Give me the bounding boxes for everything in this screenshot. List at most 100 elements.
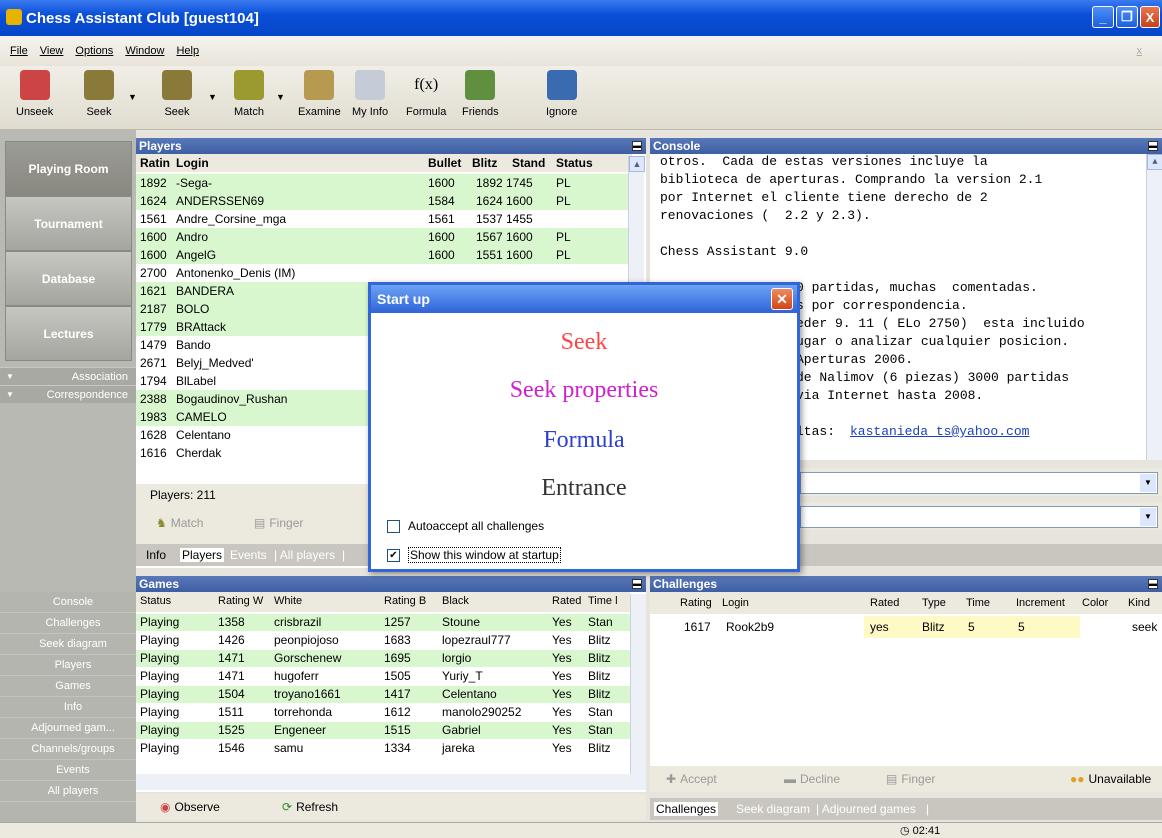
col-stand[interactable]: Stand — [512, 156, 545, 170]
seek-options-dropdown-icon[interactable]: ▼ — [208, 92, 217, 102]
bnav-adjourned[interactable]: Adjourned gam... — [0, 718, 136, 739]
nav-association[interactable]: ▼ Association — [0, 367, 136, 385]
tab-seek-diagram[interactable]: Seek diagram — [736, 802, 810, 816]
seek-options-button[interactable]: Seek — [162, 70, 192, 118]
player-row[interactable]: 1561 Andre_Corsine_mga 1561 1537 1455 — [136, 210, 632, 228]
close-button[interactable]: X — [1140, 6, 1160, 28]
friends-button[interactable]: Friends — [462, 70, 499, 118]
col-rating[interactable]: Ratin — [140, 156, 170, 170]
menu-view[interactable]: View — [40, 45, 64, 57]
game-row[interactable]: Playing 1525 Engeneer 1515 Gabriel Yes Stan — [136, 722, 630, 739]
my-info-button[interactable]: My Info — [352, 70, 388, 118]
seek-button[interactable]: Seek — [84, 70, 114, 118]
autoaccept-checkbox[interactable]: Autoaccept all challenges — [387, 519, 544, 533]
col-white[interactable]: White — [274, 595, 302, 607]
nav-tournament[interactable]: Tournament — [5, 196, 132, 251]
col-rating[interactable]: Rating — [680, 597, 712, 609]
dialog-seek-link[interactable]: Seek — [371, 329, 797, 356]
player-row[interactable]: 1600 Andro 1600 1567 1600 PL — [136, 228, 632, 246]
col-increment[interactable]: Increment — [1016, 597, 1065, 609]
bnav-players[interactable]: Players — [0, 655, 136, 676]
finger-footer-button[interactable]: ▤ Finger — [254, 516, 303, 530]
unavailable-button[interactable]: ●● Unavailable — [1070, 772, 1151, 786]
minimize-panel-icon[interactable]: ▬ — [632, 141, 642, 151]
match-footer-button[interactable]: ♞ Match — [156, 516, 203, 530]
nav-database[interactable]: Database — [5, 251, 132, 306]
ignore-button[interactable]: Ignore — [546, 70, 577, 118]
tab-info[interactable]: Info — [146, 548, 166, 562]
col-login[interactable]: Login — [722, 597, 749, 609]
scroll-up-icon[interactable]: ▲ — [629, 156, 645, 172]
nav-lectures[interactable]: Lectures — [5, 306, 132, 361]
show-startup-checkbox-box[interactable]: ✔ — [387, 548, 400, 562]
bnav-info[interactable]: Info — [0, 697, 136, 718]
bnav-all-players[interactable]: All players — [0, 781, 136, 802]
observe-button[interactable]: ◉ Observe — [160, 800, 220, 814]
menu-help[interactable]: Help — [176, 45, 199, 57]
game-row[interactable]: Playing 1511 torrehonda 1612 manolo290252 Yes… — [136, 704, 630, 721]
game-row[interactable]: Playing 1504 troyano1661 1417 Celentano Yes Bl… — [136, 686, 630, 703]
game-row[interactable]: Playing 1358 crisbrazil 1257 Stoune Yes Stan — [136, 614, 630, 631]
mdi-close-icon[interactable]: x — [1137, 45, 1143, 57]
col-status[interactable]: Status — [140, 595, 171, 607]
tab-all-players[interactable]: | All players — [274, 548, 335, 562]
challenge-row[interactable]: 1617 Rook2b9 yes Blitz 5 5 seek — [650, 616, 1162, 638]
dropdown-arrow-icon[interactable]: ▼ — [1140, 508, 1156, 526]
player-row[interactable]: 1624 ANDERSSEN69 1584 1624 1600 PL — [136, 192, 632, 210]
tab-adjourned-games[interactable]: | Adjourned games — [816, 802, 916, 816]
autoaccept-checkbox-box[interactable] — [387, 519, 400, 533]
col-rating-b[interactable]: Rating B — [384, 595, 426, 607]
nav-correspondence[interactable]: ▼ Correspondence — [0, 385, 136, 403]
col-time[interactable]: Time — [966, 597, 990, 609]
col-black[interactable]: Black — [442, 595, 469, 607]
minimize-button[interactable]: _ — [1092, 6, 1114, 28]
formula-button[interactable]: f(x) Formula — [406, 70, 446, 118]
col-time[interactable]: Time l — [588, 595, 618, 607]
game-row[interactable]: Playing 1471 hugoferr 1505 Yuriy_T Yes Blitz — [136, 668, 630, 685]
bnav-games[interactable]: Games — [0, 676, 136, 697]
bnav-console[interactable]: Console — [0, 592, 136, 613]
console-scrollbar[interactable]: ▲ — [1146, 154, 1162, 460]
match-button[interactable]: Match — [234, 70, 264, 118]
col-color[interactable]: Color — [1082, 597, 1108, 609]
dialog-close-button[interactable]: ✕ — [771, 288, 793, 310]
player-row[interactable]: 2700 Antonenko_Denis (IM) — [136, 264, 632, 282]
col-bullet[interactable]: Bullet — [428, 156, 461, 170]
tab-players[interactable]: Players — [180, 548, 225, 562]
refresh-button[interactable]: ⟳ Refresh — [282, 800, 338, 814]
scroll-up-icon[interactable]: ▲ — [1147, 154, 1162, 170]
finger-button[interactable]: ▤ Finger — [886, 772, 935, 786]
maximize-button[interactable]: ❐ — [1116, 6, 1138, 28]
examine-button[interactable]: Examine — [298, 70, 341, 118]
bnav-channels[interactable]: Channels/groups — [0, 739, 136, 760]
col-kind[interactable]: Kind — [1128, 597, 1150, 609]
dialog-formula-link[interactable]: Formula — [371, 427, 797, 454]
player-row[interactable]: 1600 AngelG 1600 1551 1600 PL — [136, 246, 632, 264]
col-rating-w[interactable]: Rating W — [218, 595, 263, 607]
col-type[interactable]: Type — [922, 597, 946, 609]
player-row[interactable]: 1892 -Sega- 1600 1892 1745 PL — [136, 174, 632, 192]
game-row[interactable]: Playing 1546 samu 1334 jareka Yes Blitz — [136, 740, 630, 757]
seek-dropdown-icon[interactable]: ▼ — [128, 92, 137, 102]
minimize-panel-icon[interactable]: ▬ — [1148, 141, 1158, 151]
minimize-panel-icon[interactable]: ▬ — [1148, 579, 1158, 589]
menu-options[interactable]: Options — [75, 45, 113, 57]
games-hscrollbar[interactable] — [136, 774, 646, 790]
minimize-panel-icon[interactable]: ▬ — [632, 579, 642, 589]
console-email-link[interactable]: kastanieda ts@yahoo.com — [850, 424, 1029, 439]
nav-playing-room[interactable]: Playing Room — [5, 141, 132, 196]
games-scrollbar[interactable] — [630, 594, 646, 774]
bnav-events[interactable]: Events — [0, 760, 136, 781]
match-dropdown-icon[interactable]: ▼ — [276, 92, 285, 102]
col-status[interactable]: Status — [556, 156, 593, 170]
show-startup-checkbox[interactable]: ✔ Show this window at startup — [387, 547, 561, 563]
dialog-seek-properties-link[interactable]: Seek properties — [371, 377, 797, 404]
game-row[interactable]: Playing 1471 Gorschenew 1695 lorgio Yes Blitz — [136, 650, 630, 667]
unseek-button[interactable]: Unseek — [16, 70, 53, 118]
dialog-entrance-link[interactable]: Entrance — [371, 475, 797, 502]
col-rated[interactable]: Rated — [552, 595, 581, 607]
bnav-seek-diagram[interactable]: Seek diagram — [0, 634, 136, 655]
tab-events[interactable]: Events — [230, 548, 267, 562]
menu-window[interactable]: Window — [125, 45, 164, 57]
game-row[interactable]: Playing 1426 peonpiojoso 1683 lopezraul777 Ye… — [136, 632, 630, 649]
